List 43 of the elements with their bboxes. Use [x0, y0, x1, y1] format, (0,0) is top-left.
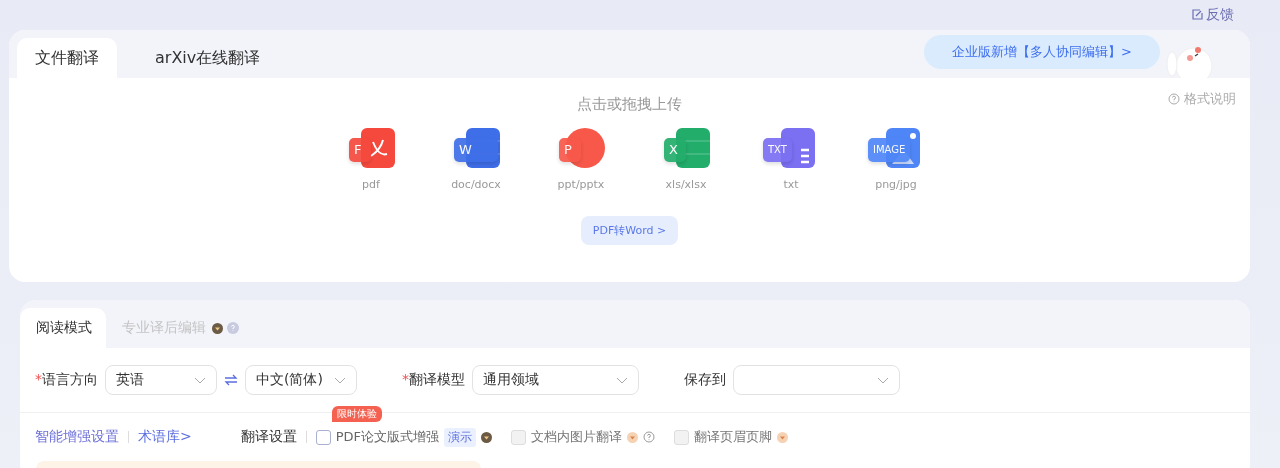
demo-tag[interactable]: 演示	[444, 427, 477, 447]
help-icon	[1168, 93, 1180, 105]
select-field[interactable]: 英语	[105, 365, 217, 395]
premium-icon	[212, 322, 223, 334]
premium-icon	[777, 431, 789, 443]
file-type-label: ppt/pptx	[557, 178, 605, 191]
tab[interactable]: arXiv在线翻译	[117, 38, 299, 78]
file-type-label: xls/xlsx	[665, 178, 707, 191]
format-help-link[interactable]: 格式说明	[1168, 90, 1236, 108]
pdf-to-word-button[interactable]: PDF转Word >	[580, 216, 679, 245]
promo-banner[interactable]: 企业版新增【多人协同编辑】>	[924, 35, 1160, 69]
mode-tab[interactable]: 阅读模式	[20, 308, 106, 348]
chevron-down-icon	[877, 376, 889, 384]
glossary-link[interactable]: 术语库>	[138, 428, 192, 446]
limited-trial-badge: 限时体验	[331, 405, 382, 422]
swap-icon[interactable]	[224, 374, 238, 386]
options-label: 翻译设置	[240, 428, 297, 446]
upload-prompt: 点击或拖拽上传	[577, 95, 682, 114]
field-label: *语言方向	[35, 371, 98, 389]
chevron-down-icon	[616, 376, 628, 384]
file-type-label: png/jpg	[875, 178, 917, 191]
edit-icon	[1191, 9, 1203, 21]
help-icon	[227, 322, 239, 334]
feedback-link[interactable]: 反馈	[1191, 6, 1234, 24]
premium-icon	[627, 431, 639, 443]
option-label: 翻译页眉页脚	[694, 428, 773, 446]
tab[interactable]: 文件翻译	[17, 38, 117, 78]
file-type-label: pdf	[362, 178, 380, 191]
file-type-label: doc/docx	[451, 178, 501, 191]
select-field[interactable]: 通用领域	[472, 365, 639, 395]
field-label: 保存到	[684, 371, 726, 389]
smart-settings-link[interactable]: 智能增强设置	[35, 428, 119, 446]
help-icon	[643, 431, 656, 443]
option-label: PDF论文版式增强	[335, 428, 440, 446]
option-label: 文档内图片翻译	[531, 428, 623, 446]
chevron-down-icon	[194, 376, 206, 384]
file-type-label: txt	[783, 178, 799, 191]
checkbox[interactable]	[315, 429, 331, 445]
chevron-down-icon	[334, 376, 346, 384]
select-field[interactable]: 中文(简体)	[245, 365, 357, 395]
field-label: *翻译模型	[402, 371, 465, 389]
premium-icon	[481, 431, 493, 443]
select-field[interactable]	[733, 365, 900, 395]
